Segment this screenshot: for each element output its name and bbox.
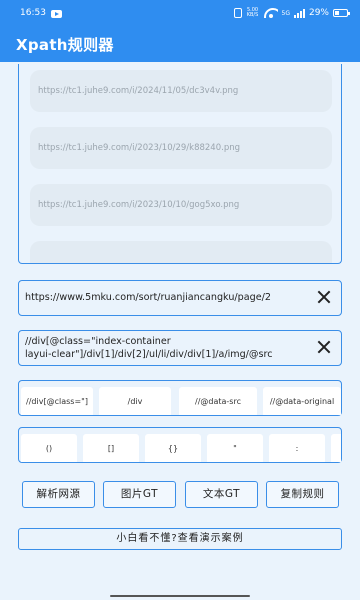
text-gt-button[interactable]: 文本GT [185,481,258,508]
page-title: Xpath规则器 [16,36,114,54]
url-input[interactable]: https://www.5mku.com/sort/ruanjiancangku… [25,292,307,303]
signal-bars-icon [293,8,305,18]
snippet-chip[interactable]: //@data-original [263,387,341,415]
xpath-line-1: //div[@class="index-container [25,336,171,347]
list-item-url: https://tc1.juhe9.com/i/2024/11/05/dc3v4… [38,86,239,96]
symbol-key[interactable]: " [207,434,263,462]
gesture-home-bar[interactable] [110,595,250,597]
snippet-row: //div[@class="] /div //@data-src //@data… [19,381,341,415]
list-item[interactable]: https://tc1.juhe9.com/i/2023/10/29/k8824… [30,127,332,169]
symbol-key[interactable]: : [269,434,325,462]
copy-rule-button[interactable]: 复制规则 [266,481,339,508]
symbol-key[interactable]: () [21,434,77,462]
list-item-url: https://tc1.juhe9.com/i/2023/10/29/k8824… [38,143,240,153]
xpath-input-box: //div[@class="index-container layui-clea… [18,330,342,366]
url-input-box: https://www.5mku.com/sort/ruanjiancangku… [18,280,342,316]
demo-help-button[interactable]: 小白看不懂?查看演示案例 [18,528,342,550]
list-item[interactable] [30,241,332,263]
battery-icon [333,9,350,17]
app-bar: 16:53 5.00 KB/S 5G 29% Xpath规则器 [0,0,360,62]
status-icons: 5.00 KB/S 5G 29% [233,7,350,18]
symbol-key[interactable]: [] [83,434,139,462]
xpath-input[interactable]: //div[@class="index-container layui-clea… [25,335,307,361]
list-item[interactable]: https://tc1.juhe9.com/i/2024/11/05/dc3v4… [30,70,332,112]
snippet-chip[interactable]: //@data-src [179,387,257,415]
xpath-line-2: layui-clear"]/div[1]/div[2]/ul/li/div/di… [25,349,273,360]
symbol-bar: () [] {} " : [18,427,342,463]
snippet-bar: //div[@class="] /div //@data-src //@data… [18,380,342,416]
network-speed: 5.00 KB/S [246,7,259,18]
image-gt-button[interactable]: 图片GT [103,481,176,508]
vibrate-icon [233,8,242,18]
signal-type: 5G [281,9,290,17]
snippet-chip[interactable]: //div[@class="] [21,387,93,415]
status-time: 16:53 [20,8,46,18]
clear-url-icon[interactable] [317,290,331,304]
symbol-key[interactable]: {} [145,434,201,462]
battery-percent: 29% [308,8,329,18]
symbol-key-overflow[interactable] [331,434,341,462]
list-item[interactable]: https://tc1.juhe9.com/i/2023/10/10/gog5x… [30,184,332,226]
list-item-url: https://tc1.juhe9.com/i/2023/10/10/gog5x… [38,200,240,210]
clear-xpath-icon[interactable] [317,340,331,354]
snippet-chip[interactable]: /div [99,387,171,415]
wifi-icon [263,8,278,18]
symbol-row: () [] {} " : [19,428,341,462]
video-notification-icon [51,10,62,18]
image-url-list[interactable]: https://tc1.juhe9.com/i/2024/11/05/dc3v4… [18,64,342,264]
parse-source-button[interactable]: 解析网源 [22,481,95,508]
status-bar: 16:53 5.00 KB/S 5G 29% [12,7,350,22]
